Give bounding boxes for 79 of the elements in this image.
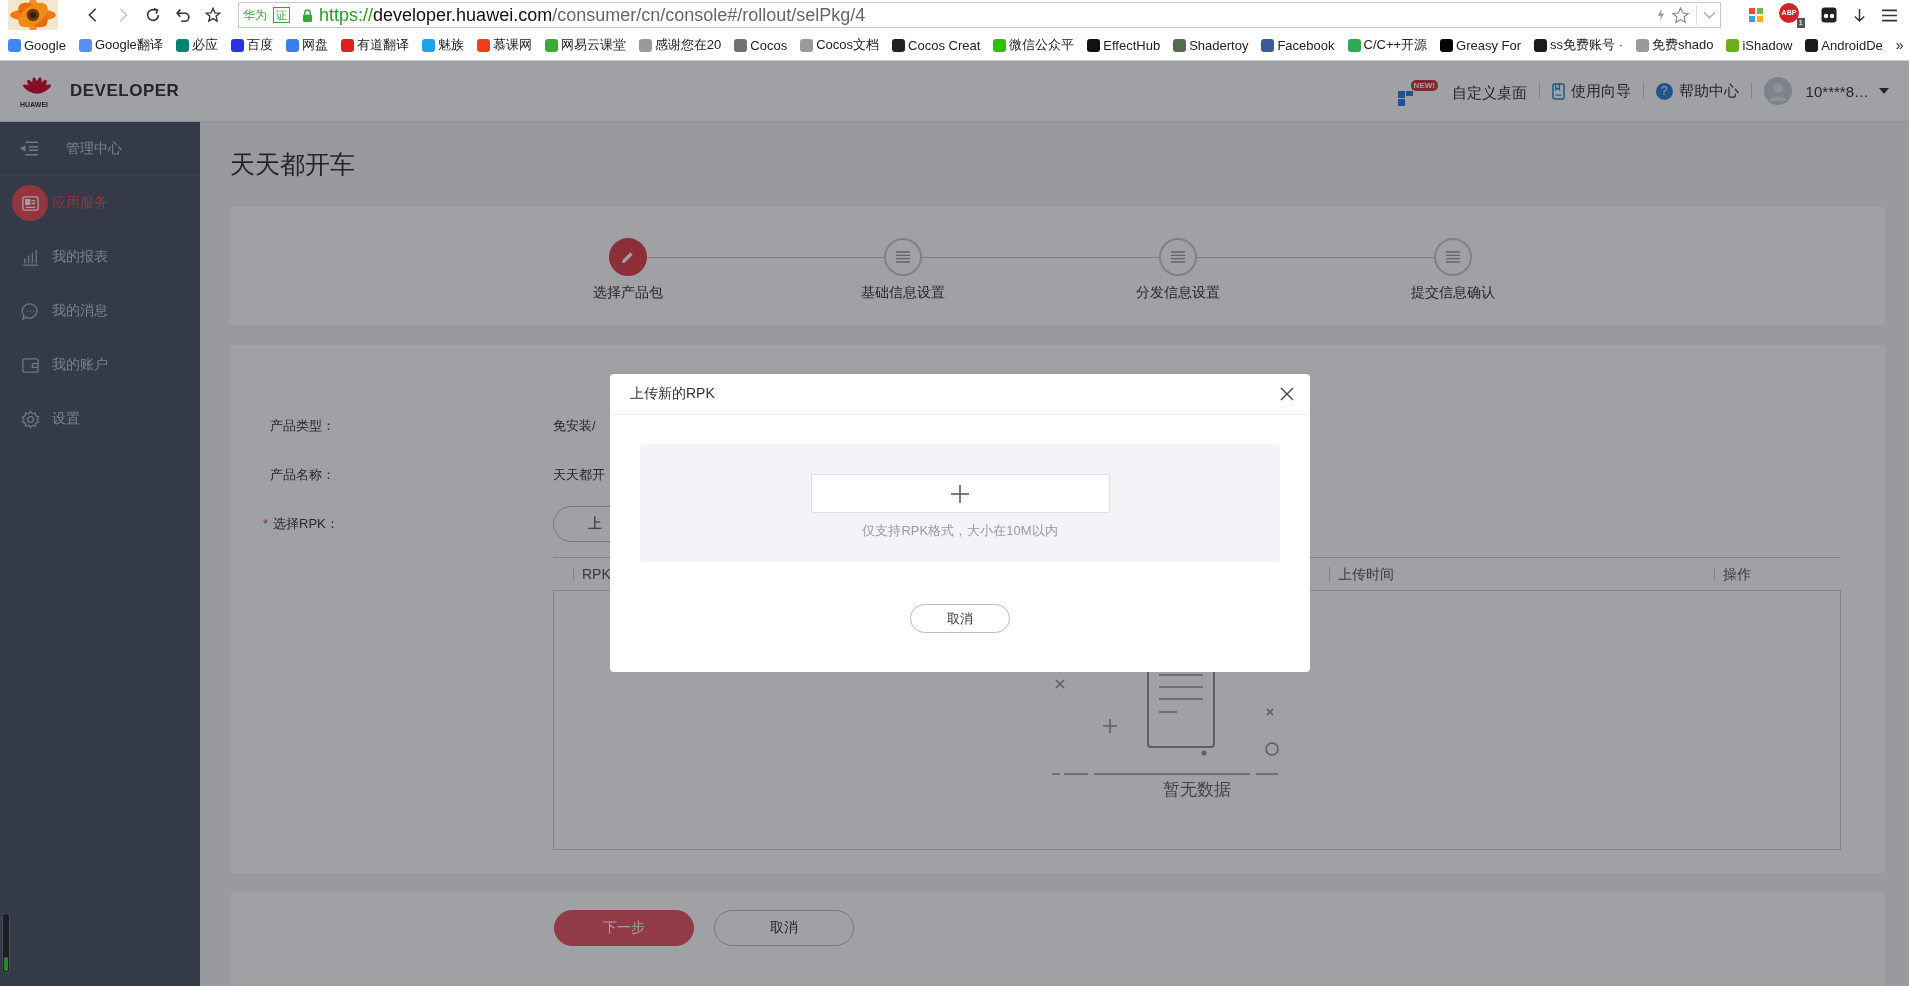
bookmark-link[interactable]: Cocos文档 xyxy=(800,36,880,54)
bookmark-link[interactable]: 有道翻译 xyxy=(340,36,409,54)
bookmark-link[interactable]: Google xyxy=(8,37,66,53)
download-icon[interactable] xyxy=(1853,7,1866,23)
star-icon[interactable] xyxy=(204,6,222,24)
bookmark-link[interactable]: C/C++开源 xyxy=(1347,36,1428,54)
header-link[interactable]: ? 帮助中心 xyxy=(1655,81,1739,101)
bookmark-link[interactable]: 微信公众平 xyxy=(993,36,1075,54)
tiles-icon[interactable] xyxy=(1749,8,1763,22)
lines-icon xyxy=(1444,251,1461,263)
card-icon xyxy=(20,193,40,213)
new-badge: NEW! xyxy=(1410,80,1438,91)
lock-icon xyxy=(302,8,313,22)
header-link[interactable]: NEW! 自定义桌面 xyxy=(1397,76,1527,106)
bookmark-link[interactable]: 魅族 xyxy=(421,36,464,54)
bar-chart-icon xyxy=(20,247,40,267)
undo-icon[interactable] xyxy=(174,6,192,24)
lines-icon xyxy=(894,251,911,263)
bookmark-link[interactable]: 慕课网 xyxy=(476,36,532,54)
brand-name: DEVELOPER xyxy=(70,81,180,101)
cancel-button[interactable]: 取消 xyxy=(910,604,1010,633)
field-value: 免安装/ xyxy=(553,416,596,435)
bookmark-link[interactable]: Google翻译 xyxy=(78,36,163,54)
field-label: 产品类型： xyxy=(270,416,335,435)
bookmark-link[interactable]: 百度 xyxy=(230,36,273,54)
url-text: https://developer.huawei.com/consumer/cn/console#/rollout/selPkg/4 xyxy=(319,4,866,26)
column-header: 操作 xyxy=(1714,567,1751,581)
reload-icon[interactable] xyxy=(144,6,162,24)
more-bookmarks-button[interactable]: » xyxy=(1895,37,1904,53)
bookmark-link[interactable]: 必应 xyxy=(175,36,218,54)
caret-icon[interactable] xyxy=(1879,88,1889,94)
step-label: 提交信息确认 xyxy=(1410,284,1495,302)
bookmark-link[interactable]: Greasy For xyxy=(1440,37,1522,53)
bookmark-link[interactable]: EffectHub xyxy=(1087,37,1161,53)
bookmark-link[interactable]: 感谢您在20 xyxy=(638,36,722,54)
user-name[interactable]: 10****8… xyxy=(1805,82,1869,100)
page-title: 天天都开车 xyxy=(230,149,356,180)
column-header: 上传时间 xyxy=(1329,567,1714,581)
bookmark-link[interactable]: iShadow xyxy=(1726,37,1793,53)
bookmark-link[interactable]: 网盘 xyxy=(285,36,328,54)
plus-icon xyxy=(951,484,969,503)
tiles-icon xyxy=(1397,88,1416,106)
help-icon: ? xyxy=(1655,82,1673,100)
upload-hint: 仅支持RPK格式，大小在10M以内 xyxy=(862,522,1058,540)
cancel-button[interactable]: 取消 xyxy=(714,910,854,946)
site-label: 华为 xyxy=(243,6,267,24)
header-link[interactable]: 使用向导 xyxy=(1551,81,1631,101)
lines-icon xyxy=(1169,251,1186,263)
menu-icon[interactable] xyxy=(1882,8,1897,22)
field-label: 选择RPK： xyxy=(273,514,339,533)
close-icon[interactable] xyxy=(1280,387,1294,401)
address-bar[interactable]: 华为 证 https://developer.huawei.com/consumer/cn/console#/rollout/selPkg/4 xyxy=(238,2,1721,28)
bookmark-link[interactable]: Cocos xyxy=(734,37,788,53)
bookmark-link[interactable]: AndroidDe xyxy=(1805,37,1883,53)
wallet-icon xyxy=(20,355,40,375)
step-label: 选择产品包 xyxy=(592,284,663,302)
bookmark-link[interactable]: Facebook xyxy=(1261,37,1335,53)
gear-icon xyxy=(20,409,40,429)
field-label: 产品名称： xyxy=(270,465,335,484)
step-label: 基础信息设置 xyxy=(860,284,945,302)
field-value: 天天都开 xyxy=(553,465,605,484)
chat-bubble-icon xyxy=(20,301,40,321)
certificate-badge: 证 xyxy=(273,7,290,23)
petal-logo-icon xyxy=(22,76,52,96)
bookmark-link[interactable]: 网易云课堂 xyxy=(544,36,626,54)
empty-state-text: 暂无数据 xyxy=(1163,779,1231,801)
bookmark-link[interactable]: Shadertoy xyxy=(1173,37,1249,53)
meter-icon xyxy=(2,913,10,973)
step-label: 分发信息设置 xyxy=(1135,284,1220,302)
book-icon xyxy=(1551,82,1565,100)
bookmark-link[interactable]: Cocos Creat xyxy=(892,37,981,53)
required-mark: * xyxy=(263,516,270,531)
bookmark-link[interactable]: ss免费账号 · xyxy=(1534,36,1624,54)
ghost-icon[interactable] xyxy=(1821,7,1837,23)
lightning-icon[interactable] xyxy=(1657,8,1665,22)
dialog-title: 上传新的RPK xyxy=(630,385,715,403)
star-icon[interactable] xyxy=(1671,5,1690,25)
bookmark-link[interactable]: 免费shado xyxy=(1636,36,1714,54)
collapse-menu-icon xyxy=(20,141,38,156)
